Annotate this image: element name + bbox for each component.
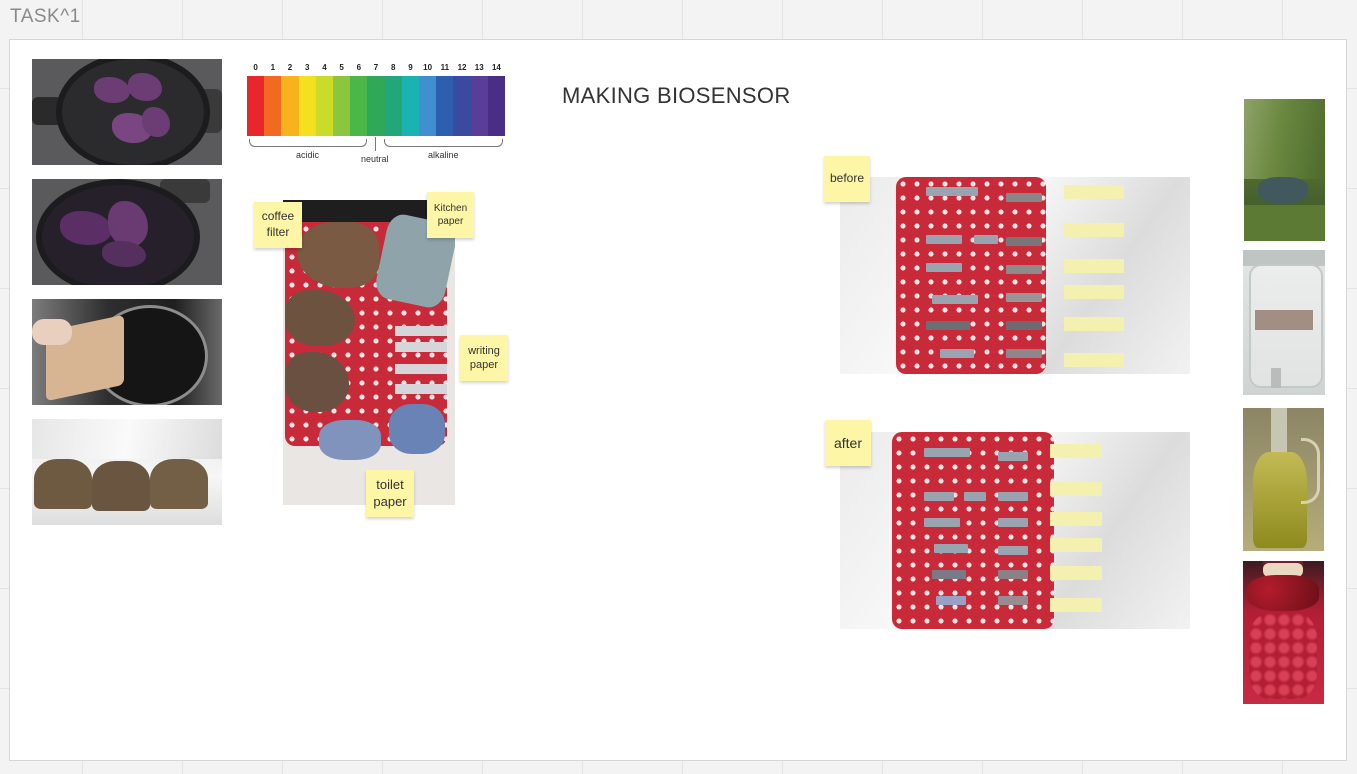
ph-color-band — [264, 76, 282, 136]
ph-color-band — [401, 76, 420, 136]
ph-number: 6 — [356, 63, 362, 72]
ph-color-band — [247, 76, 265, 136]
ph-number: 14 — [491, 63, 501, 72]
ph-number: 13 — [474, 63, 484, 72]
photo-water-jar[interactable] — [1243, 250, 1325, 395]
ph-number: 9 — [408, 63, 413, 72]
photo-cabbage-boiling[interactable] — [32, 179, 222, 285]
ph-color-band — [436, 76, 454, 136]
photo-filter-dipping[interactable] — [32, 299, 222, 405]
ph-number: 7 — [373, 63, 379, 72]
neutral-label: neutral — [361, 154, 389, 164]
photo-dyed-filters[interactable] — [32, 419, 222, 525]
ph-scale-chart[interactable]: 0 1 2 3 4 5 6 7 8 9 10 11 12 13 14 acidic neutral alka… — [247, 63, 506, 165]
ph-color-band — [281, 76, 299, 136]
acidic-brace — [249, 139, 367, 147]
ph-number: 2 — [287, 63, 293, 72]
ph-number: 3 — [304, 63, 310, 72]
alkaline-brace — [384, 139, 503, 147]
ph-color-band — [453, 76, 471, 136]
board-heading[interactable]: MAKING BIOSENSOR — [562, 83, 791, 109]
sticky-before[interactable]: before — [824, 156, 870, 202]
ph-color-band — [367, 76, 385, 136]
ph-number: 12 — [457, 63, 467, 72]
ph-color-band — [419, 76, 437, 136]
ph-color-band — [333, 76, 351, 136]
photo-olive-oil-bottle[interactable] — [1243, 408, 1324, 551]
ph-number: 1 — [270, 63, 276, 72]
ph-color-band — [384, 76, 402, 136]
sticky-after[interactable]: after — [825, 420, 871, 466]
sticky-toilet-paper[interactable]: toilet paper — [366, 470, 414, 517]
sticky-coffee-filter[interactable]: coffee filter — [254, 202, 302, 248]
ph-color-band — [315, 76, 334, 136]
ph-number: 8 — [391, 63, 396, 72]
ph-number: 5 — [339, 63, 344, 72]
sticky-writing-paper[interactable]: writing paper — [460, 335, 508, 381]
frame-title[interactable]: TASK^1 — [10, 6, 81, 28]
alkaline-label: alkaline — [428, 150, 459, 160]
photo-pond-garden[interactable] — [1244, 99, 1325, 241]
ph-number: 10 — [423, 63, 433, 72]
ph-color-band — [470, 76, 488, 136]
ph-color-bar — [247, 76, 506, 136]
ph-numbers: 0 1 2 3 4 5 6 7 8 9 10 11 12 13 14 — [247, 63, 505, 75]
ph-number: 11 — [440, 63, 450, 72]
ph-color-band — [487, 76, 506, 136]
photo-paper-samples-tray[interactable] — [283, 200, 455, 505]
photo-pomegranate-juice-bottle[interactable] — [1243, 561, 1324, 704]
acidic-label: acidic — [296, 150, 320, 160]
photo-before[interactable] — [840, 177, 1190, 374]
ph-color-band — [298, 76, 316, 136]
sticky-kitchen-paper[interactable]: Kitchen paper — [427, 192, 474, 238]
photo-cabbage-in-pot[interactable] — [32, 59, 222, 165]
ph-number: 4 — [322, 63, 327, 72]
neutral-tick — [375, 137, 376, 151]
photo-after[interactable] — [840, 432, 1190, 629]
ph-number: 0 — [253, 63, 258, 72]
ph-color-band — [350, 76, 368, 136]
